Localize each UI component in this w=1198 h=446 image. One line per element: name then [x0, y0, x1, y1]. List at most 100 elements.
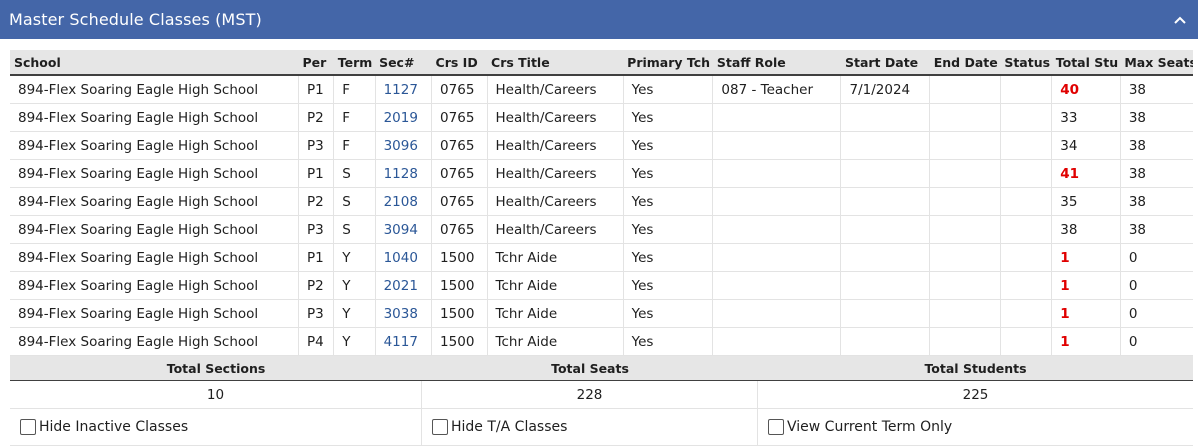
- period-cell: P2: [298, 103, 335, 132]
- course-title-cell: Tchr Aide: [487, 299, 624, 328]
- totals-values: 10 228 225: [10, 381, 1193, 409]
- staff-role-cell: [712, 131, 842, 160]
- section-link[interactable]: 3096: [375, 131, 433, 160]
- school-cell: 894-Flex Soaring Eagle High School: [10, 131, 299, 160]
- panel-header: Master Schedule Classes (MST): [0, 0, 1198, 39]
- section-link[interactable]: 1128: [375, 159, 433, 188]
- column-header: End Date: [929, 50, 1001, 76]
- total-seats-label: Total Seats: [551, 360, 629, 376]
- course-id-cell: 1500: [431, 243, 488, 272]
- section-link[interactable]: 2108: [375, 187, 433, 216]
- hide-ta-label: Hide T/A Classes: [451, 419, 568, 435]
- status-cell: [1000, 271, 1053, 300]
- end-date-cell: [929, 159, 1001, 188]
- end-date-cell: [929, 243, 1001, 272]
- total-students-cell: 40: [1051, 75, 1121, 104]
- course-title-cell: Tchr Aide: [487, 327, 624, 356]
- school-cell: 894-Flex Soaring Eagle High School: [10, 299, 299, 328]
- status-cell: [1000, 215, 1053, 244]
- max-seats-cell: 0: [1120, 327, 1193, 356]
- staff-role-cell: [712, 187, 842, 216]
- status-cell: [1000, 103, 1053, 132]
- school-cell: 894-Flex Soaring Eagle High School: [10, 187, 299, 216]
- section-link[interactable]: 1127: [375, 75, 433, 104]
- total-students-value: 225: [962, 386, 989, 403]
- staff-role-cell: [712, 243, 842, 272]
- end-date-cell: [929, 75, 1001, 104]
- table-row: 894-Flex Soaring Eagle High School P1 Y 104…: [10, 243, 1193, 272]
- start-date-cell: [840, 131, 931, 160]
- column-header: Term: [333, 50, 376, 76]
- total-students-cell: 41: [1051, 159, 1121, 188]
- column-header: Max Seats: [1120, 50, 1193, 76]
- table-row: 894-Flex Soaring Eagle High School P1 F 112…: [10, 75, 1193, 104]
- column-header: Crs ID: [431, 50, 488, 76]
- status-cell: [1000, 131, 1053, 160]
- table-row: 894-Flex Soaring Eagle High School P4 Y 411…: [10, 327, 1193, 356]
- total-students-label: Total Students: [924, 360, 1027, 376]
- term-cell: S: [333, 159, 376, 188]
- term-cell: S: [333, 187, 376, 216]
- table-body: 894-Flex Soaring Eagle High School P1 F 112…: [10, 75, 1193, 356]
- term-cell: Y: [333, 299, 376, 328]
- column-header: Sec#: [375, 50, 432, 76]
- primary-teacher-cell: Yes: [623, 75, 714, 104]
- max-seats-cell: 38: [1120, 159, 1193, 188]
- section-link[interactable]: 2019: [375, 103, 433, 132]
- column-header: Staff Role: [712, 50, 841, 76]
- current-term-option[interactable]: View Current Term Only: [758, 409, 1193, 445]
- hide-inactive-option[interactable]: Hide Inactive Classes: [10, 409, 422, 445]
- period-cell: P1: [298, 75, 335, 104]
- staff-role-cell: [712, 215, 842, 244]
- section-link[interactable]: 3038: [375, 299, 433, 328]
- total-students-cell: 1: [1051, 271, 1121, 300]
- period-cell: P2: [298, 271, 335, 300]
- table-row: 894-Flex Soaring Eagle High School P3 S 309…: [10, 215, 1193, 244]
- course-title-cell: Tchr Aide: [487, 243, 624, 272]
- term-cell: Y: [333, 327, 376, 356]
- total-students-cell: 1: [1051, 299, 1121, 328]
- start-date-cell: [840, 327, 931, 356]
- max-seats-cell: 0: [1120, 271, 1193, 300]
- period-cell: P3: [298, 215, 335, 244]
- end-date-cell: [929, 299, 1001, 328]
- table-header-row: School Per Term Sec# Crs ID Crs Title Primary …: [10, 50, 1193, 76]
- school-cell: 894-Flex Soaring Eagle High School: [10, 271, 299, 300]
- status-cell: [1000, 187, 1053, 216]
- panel-title: Master Schedule Classes (MST): [9, 10, 262, 29]
- hide-ta-option[interactable]: Hide T/A Classes: [422, 409, 758, 445]
- current-term-checkbox[interactable]: [768, 419, 784, 435]
- term-cell: F: [333, 131, 376, 160]
- hide-ta-checkbox[interactable]: [432, 419, 448, 435]
- max-seats-cell: 38: [1120, 187, 1193, 216]
- section-link[interactable]: 2021: [375, 271, 433, 300]
- term-cell: F: [333, 75, 376, 104]
- total-sections-label: Total Sections: [166, 360, 266, 376]
- current-term-label: View Current Term Only: [787, 419, 953, 435]
- primary-teacher-cell: Yes: [623, 103, 714, 132]
- start-date-cell: [840, 103, 931, 132]
- status-cell: [1000, 159, 1053, 188]
- status-cell: [1000, 243, 1053, 272]
- staff-role-cell: [712, 159, 842, 188]
- course-id-cell: 1500: [431, 327, 488, 356]
- table-row: 894-Flex Soaring Eagle High School P1 S 112…: [10, 159, 1193, 188]
- hide-inactive-checkbox[interactable]: [20, 419, 36, 435]
- chevron-up-icon[interactable]: [1172, 12, 1188, 28]
- primary-teacher-cell: Yes: [623, 159, 714, 188]
- total-students-cell: 38: [1051, 215, 1121, 244]
- course-title-cell: Health/Careers: [487, 75, 624, 104]
- total-students-cell: 1: [1051, 327, 1121, 356]
- section-link[interactable]: 3094: [375, 215, 433, 244]
- start-date-cell: [840, 299, 931, 328]
- max-seats-cell: 38: [1120, 131, 1193, 160]
- staff-role-cell: [712, 327, 842, 356]
- school-cell: 894-Flex Soaring Eagle High School: [10, 243, 299, 272]
- section-link[interactable]: 1040: [375, 243, 433, 272]
- course-title-cell: Health/Careers: [487, 103, 624, 132]
- course-id-cell: 0765: [431, 131, 488, 160]
- school-cell: 894-Flex Soaring Eagle High School: [10, 103, 299, 132]
- column-header: Primary Tch: [623, 50, 713, 76]
- total-sections-value: 10: [10, 381, 422, 408]
- section-link[interactable]: 4117: [375, 327, 433, 356]
